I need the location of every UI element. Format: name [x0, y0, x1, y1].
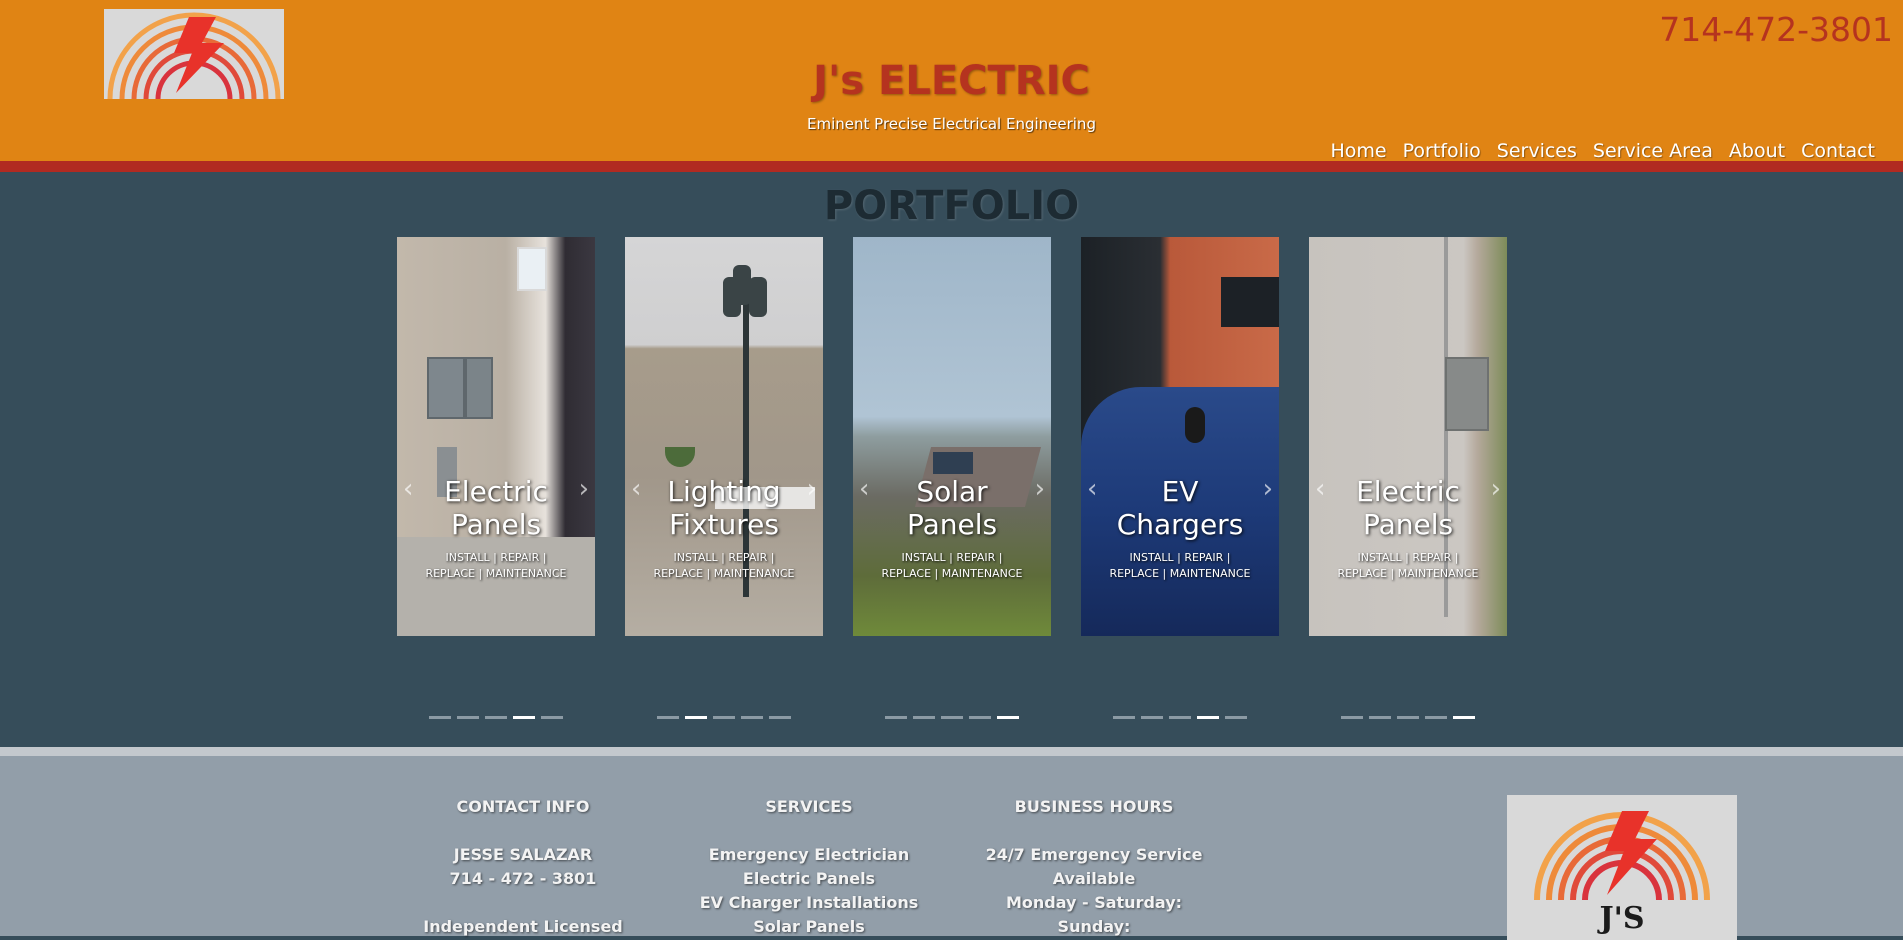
footer-services: SERVICES Emergency Electrician Electric … — [699, 795, 919, 939]
hours-line: Available — [1052, 869, 1136, 888]
carousel-indicator[interactable] — [1341, 716, 1363, 719]
card-title: Solar Panels — [906, 475, 998, 541]
hours-line: 24/7 Emergency Service — [985, 845, 1203, 864]
carousel-indicator[interactable] — [885, 716, 907, 719]
carousel-indicator[interactable] — [1169, 716, 1191, 719]
carousel-indicator[interactable] — [769, 716, 791, 719]
carousel-indicator[interactable] — [1397, 716, 1419, 719]
carousel-indicator[interactable] — [457, 716, 479, 719]
nav-service-area[interactable]: Service Area — [1593, 140, 1713, 162]
card-subtitle: INSTALL | REPAIR | REPLACE | MAINTENANCE — [1109, 551, 1251, 580]
portfolio-heading: PORTFOLIO — [823, 183, 1080, 229]
carousel-indicator[interactable] — [1453, 716, 1475, 719]
site-title: J's ELECTRIC — [813, 58, 1090, 104]
portfolio-card-electric-panels[interactable]: ‹ › Electric Panels INSTALL | REPAIR | RE… — [397, 237, 595, 636]
card-title: EV Chargers — [1116, 475, 1244, 541]
carousel-indicator[interactable] — [1369, 716, 1391, 719]
header-phone[interactable]: 714-472-3801 — [1659, 10, 1893, 49]
carousel-indicator[interactable] — [657, 716, 679, 719]
footer-service-link[interactable]: EV Charger Installations — [699, 891, 919, 915]
carousel-indicators — [1341, 716, 1475, 719]
carousel-indicators — [657, 716, 791, 719]
carousel-indicator[interactable] — [1225, 716, 1247, 719]
site-tagline: Eminent Precise Electrical Engineering — [807, 115, 1096, 133]
contact-name: JESSE SALAZAR — [453, 845, 593, 864]
carousel-indicator[interactable] — [913, 716, 935, 719]
footer-logo-text: J'S ELECTRIC — [1534, 901, 1710, 940]
hours-line: Monday - Saturday: — [1005, 893, 1183, 912]
card-subtitle: INSTALL | REPAIR | REPLACE | MAINTENANCE — [425, 551, 567, 580]
carousel-indicator[interactable] — [1425, 716, 1447, 719]
hours-line: Sunday: — [1057, 917, 1131, 936]
card-subtitle: INSTALL | REPAIR | REPLACE | MAINTENANCE — [881, 551, 1023, 580]
portfolio-card-solar-panels[interactable]: ‹ › Solar Panels INSTALL | REPAIR | REPLA… — [853, 237, 1051, 636]
card-title: Electric Panels — [1356, 475, 1460, 541]
header-divider — [0, 161, 1903, 172]
portfolio-card-ev-chargers[interactable]: ‹ › EV Chargers INSTALL | REPAIR | REPLAC… — [1081, 237, 1279, 636]
lightning-rainbow-logo-icon — [1534, 811, 1710, 901]
carousel-indicators — [429, 716, 563, 719]
carousel-indicator[interactable] — [541, 716, 563, 719]
footer-heading: SERVICES — [765, 797, 853, 816]
carousel-indicators — [1113, 716, 1247, 719]
footer-heading: BUSINESS HOURS — [1014, 797, 1174, 816]
footer-heading: CONTACT INFO — [456, 797, 590, 816]
carousel-indicator[interactable] — [485, 716, 507, 719]
card-title: Electric Panels — [444, 475, 548, 541]
site-footer: CONTACT INFO JESSE SALAZAR 714 - 472 - 3… — [0, 756, 1903, 940]
main-nav: Home Portfolio Services Service Area Abo… — [1331, 140, 1876, 162]
footer-business-hours: BUSINESS HOURS 24/7 Emergency Service Av… — [984, 795, 1204, 939]
nav-about[interactable]: About — [1729, 140, 1785, 162]
card-subtitle: INSTALL | REPAIR | REPLACE | MAINTENANCE — [653, 551, 795, 580]
footer-service-link[interactable]: Electric Panels — [699, 867, 919, 891]
portfolio-card-electric-panels-2[interactable]: ‹ › Electric Panels INSTALL | REPAIR | RE… — [1309, 237, 1507, 636]
carousel-indicators — [885, 716, 1019, 719]
card-title: Lighting Fixtures — [667, 475, 781, 541]
nav-services[interactable]: Services — [1497, 140, 1577, 162]
carousel-indicator[interactable] — [741, 716, 763, 719]
portfolio-card-lighting-fixtures[interactable]: ‹ › Lighting Fixtures INSTALL | REPAIR | … — [625, 237, 823, 636]
nav-contact[interactable]: Contact — [1801, 140, 1875, 162]
carousel-indicator[interactable] — [513, 716, 535, 719]
carousel-indicator[interactable] — [1141, 716, 1163, 719]
contact-license: Independent Licensed — [423, 917, 623, 936]
footer-contact-info: CONTACT INFO JESSE SALAZAR 714 - 472 - 3… — [418, 795, 628, 939]
carousel-indicator[interactable] — [685, 716, 707, 719]
site-header: 714-472-3801 J's ELECTRIC Eminent Precis… — [0, 0, 1903, 162]
carousel-indicator[interactable] — [969, 716, 991, 719]
carousel-indicator[interactable] — [429, 716, 451, 719]
carousel-indicator[interactable] — [1197, 716, 1219, 719]
carousel-indicator[interactable] — [997, 716, 1019, 719]
card-subtitle: INSTALL | REPAIR | REPLACE | MAINTENANCE — [1337, 551, 1479, 580]
carousel-indicator[interactable] — [713, 716, 735, 719]
carousel-indicator[interactable] — [941, 716, 963, 719]
nav-portfolio[interactable]: Portfolio — [1403, 140, 1481, 162]
footer-service-link[interactable]: Solar Panels — [699, 915, 919, 939]
footer-divider — [0, 747, 1903, 756]
carousel-indicator[interactable] — [1113, 716, 1135, 719]
footer-service-link[interactable]: Emergency Electrician — [699, 843, 919, 867]
footer-logo[interactable]: J'S ELECTRIC — [1507, 795, 1737, 940]
nav-home[interactable]: Home — [1331, 140, 1387, 162]
contact-phone[interactable]: 714 - 472 - 3801 — [418, 867, 628, 891]
